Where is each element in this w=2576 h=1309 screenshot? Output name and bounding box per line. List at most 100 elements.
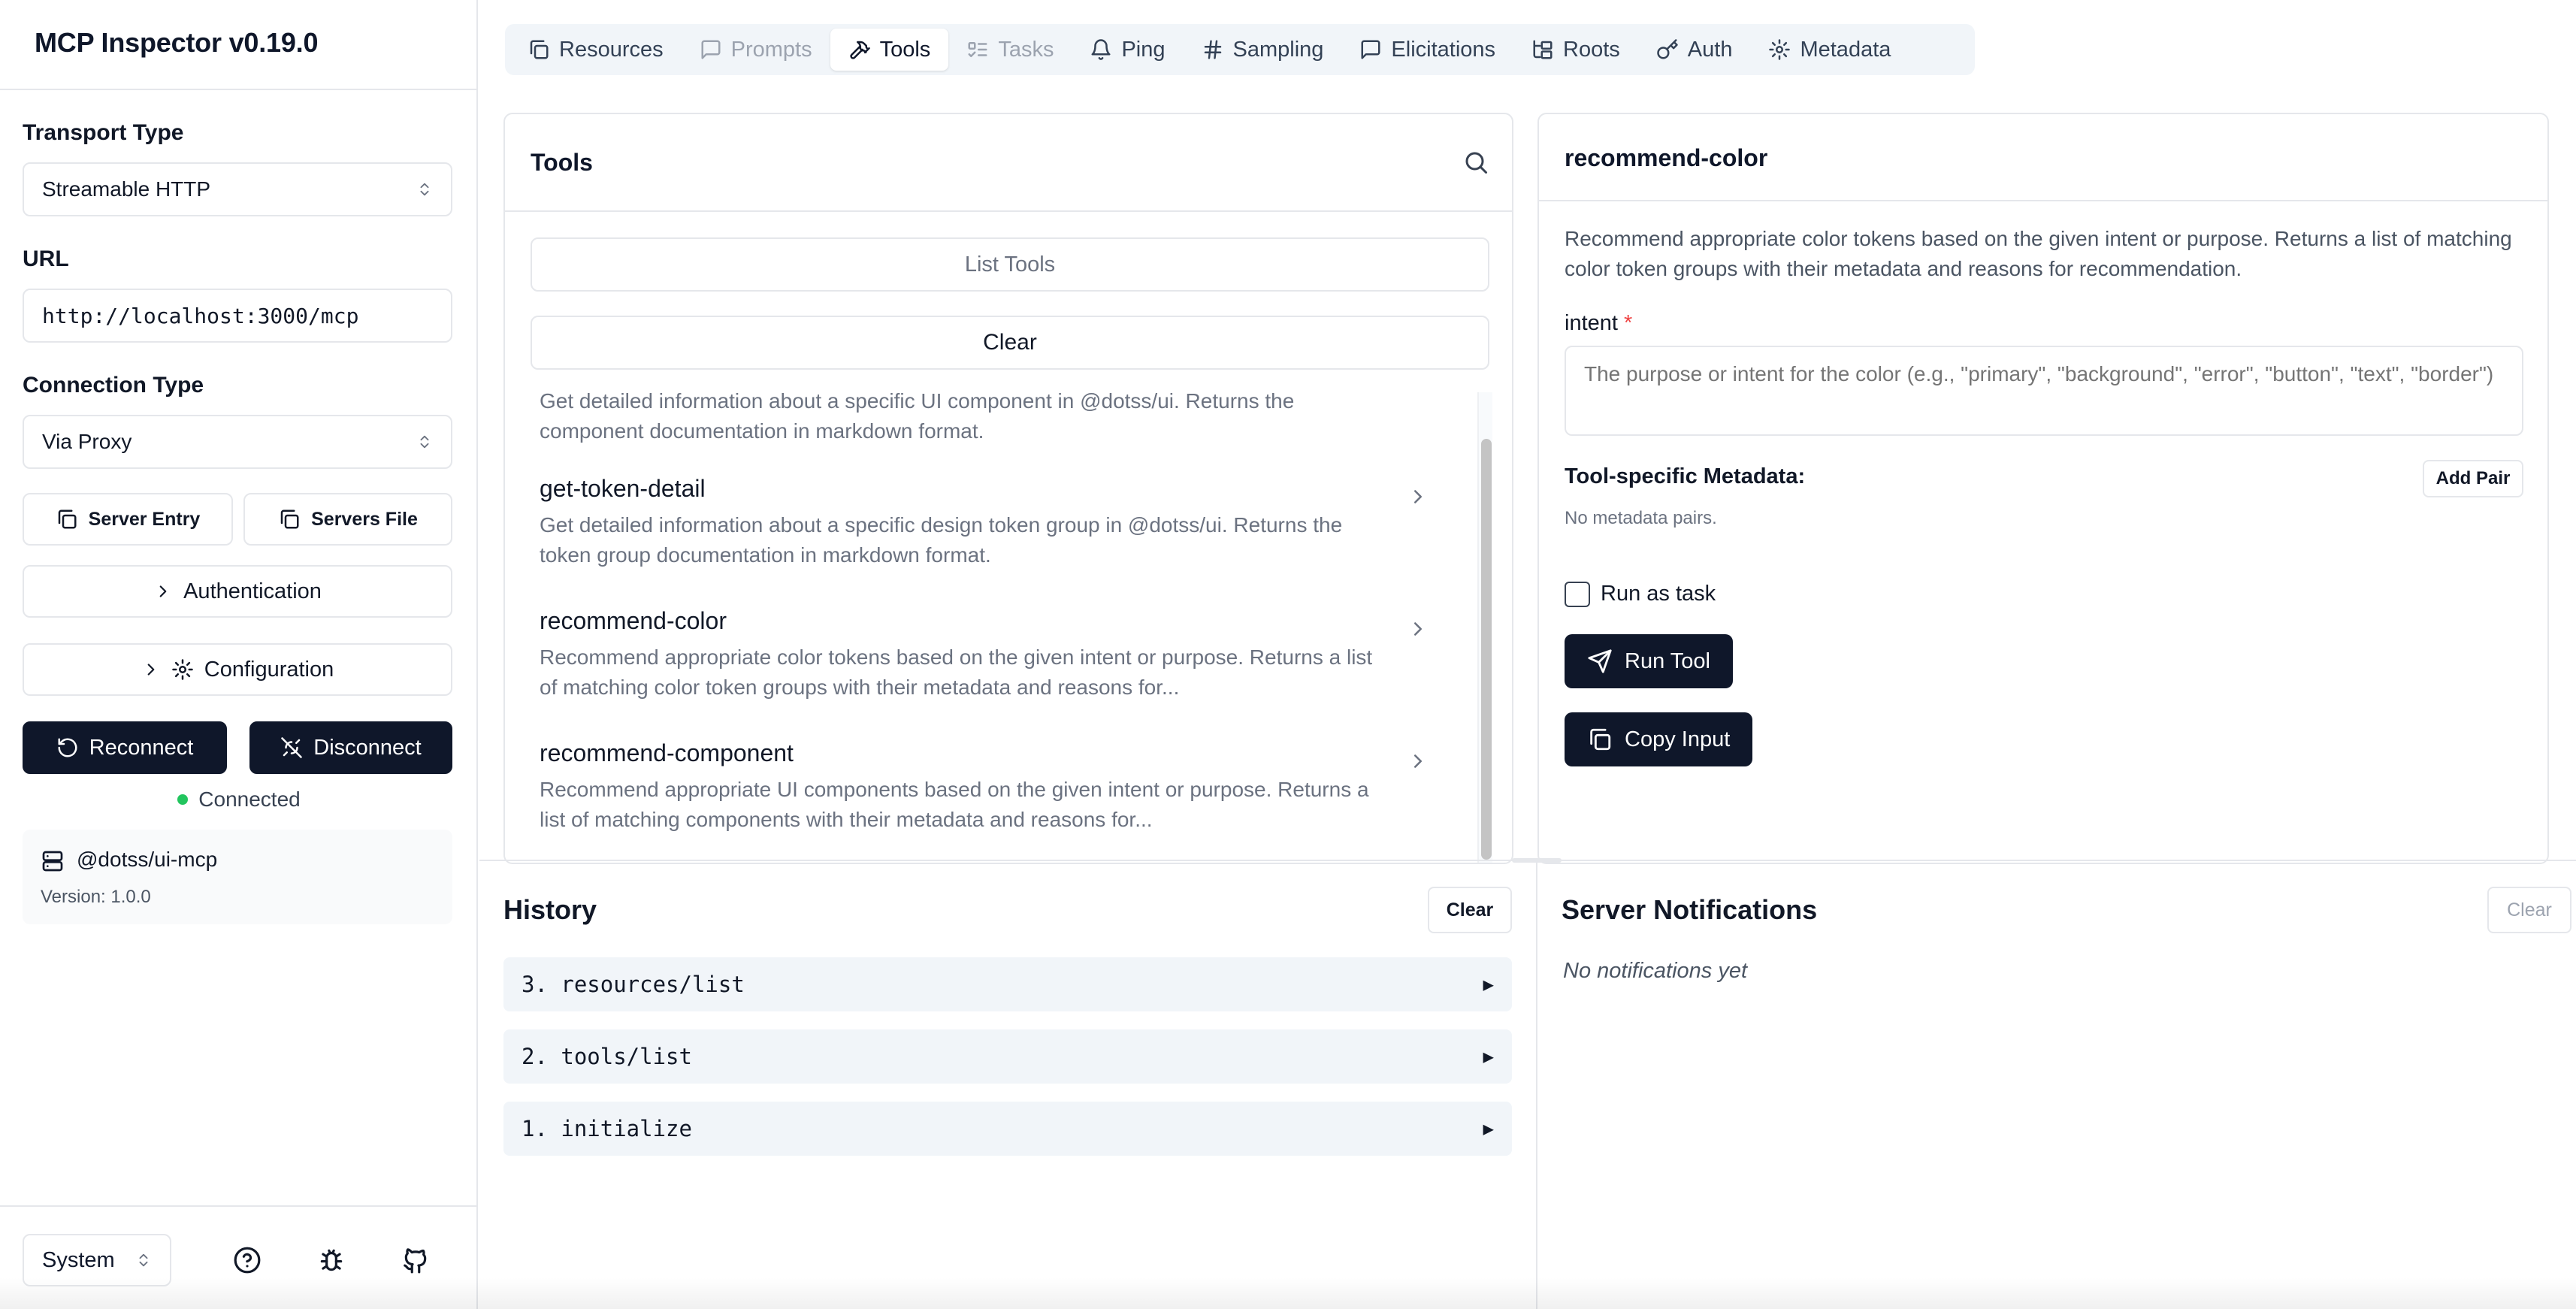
tab-ping[interactable]: Ping bbox=[1072, 29, 1183, 71]
url-input[interactable]: http://localhost:3000/mcp bbox=[23, 289, 452, 343]
tool-list: Get detailed information about a specifi… bbox=[531, 392, 1489, 863]
key-icon bbox=[1657, 39, 1678, 59]
folder-tree-icon bbox=[1533, 40, 1553, 59]
run-as-task-label[interactable]: Run as task bbox=[1601, 582, 1716, 606]
tab-tasks[interactable]: Tasks bbox=[948, 29, 1072, 71]
tab-elicitations[interactable]: Elicitations bbox=[1341, 29, 1513, 71]
notifications-empty-text: No notifications yet bbox=[1563, 959, 1748, 983]
history-title: History bbox=[503, 894, 597, 925]
app-title: MCP Inspector v0.19.0 bbox=[35, 27, 319, 58]
list-tools-button[interactable]: List Tools bbox=[531, 237, 1489, 292]
sidebar-footer-divider bbox=[0, 1205, 476, 1207]
add-pair-button[interactable]: Add Pair bbox=[2423, 460, 2523, 497]
configuration-label: Configuration bbox=[204, 657, 334, 682]
tab-roots[interactable]: Roots bbox=[1513, 29, 1638, 71]
scrollbar-thumb[interactable] bbox=[1481, 439, 1492, 860]
list-item[interactable]: recommend-component Recommend appropriat… bbox=[540, 739, 1426, 835]
intent-input[interactable] bbox=[1565, 346, 2523, 436]
tools-panel-header: Tools bbox=[505, 114, 1512, 212]
server-entry-label: Server Entry bbox=[88, 508, 201, 530]
authentication-label: Authentication bbox=[183, 579, 322, 603]
tab-sampling[interactable]: Sampling bbox=[1184, 29, 1342, 71]
transport-type-select[interactable]: Streamable HTTP bbox=[23, 162, 452, 216]
sidebar: MCP Inspector v0.19.0 Transport Type Str… bbox=[0, 0, 478, 1309]
disconnect-label: Disconnect bbox=[313, 735, 422, 760]
connection-type-select[interactable]: Via Proxy bbox=[23, 415, 452, 469]
list-item[interactable]: Get detailed information about a specifi… bbox=[540, 392, 1426, 446]
sidebar-header-divider bbox=[0, 89, 476, 90]
copy-icon bbox=[1590, 728, 1611, 751]
connection-type-label: Connection Type bbox=[23, 373, 204, 398]
tool-detail-divider bbox=[1539, 200, 2547, 201]
tool-name: recommend-color bbox=[540, 607, 727, 634]
tab-resources[interactable]: Resources bbox=[509, 29, 682, 71]
rotate-ccw-icon bbox=[58, 738, 77, 757]
history-item-label: 1. initialize bbox=[522, 1116, 692, 1141]
required-marker: * bbox=[1624, 311, 1633, 335]
bell-icon bbox=[1091, 39, 1111, 60]
notifications-clear-button[interactable]: Clear bbox=[2487, 887, 2571, 933]
list-item[interactable]: get-token-detail Get detailed informatio… bbox=[540, 475, 1426, 570]
history-item[interactable]: 2. tools/list ▶ bbox=[503, 1029, 1512, 1084]
panel-resize-handle[interactable] bbox=[1512, 858, 1562, 863]
tab-prompts[interactable]: Prompts bbox=[682, 29, 830, 71]
chevrons-up-down-icon bbox=[420, 183, 429, 196]
bug-icon[interactable] bbox=[317, 1246, 346, 1274]
tab-label: Tools bbox=[879, 37, 931, 62]
history-item[interactable]: 1. initialize ▶ bbox=[503, 1102, 1512, 1156]
chevron-right-icon bbox=[159, 585, 167, 597]
authentication-toggle[interactable]: Authentication bbox=[23, 565, 452, 618]
message-square-icon bbox=[1361, 40, 1380, 59]
configuration-toggle[interactable]: Configuration bbox=[23, 643, 452, 696]
run-as-task-checkbox[interactable] bbox=[1565, 582, 1590, 607]
theme-value: System bbox=[42, 1247, 115, 1272]
run-tool-button[interactable]: Run Tool bbox=[1565, 634, 1733, 688]
chevron-right-icon bbox=[1414, 490, 1422, 503]
tool-name: recommend-component bbox=[540, 739, 794, 766]
url-label: URL bbox=[23, 246, 69, 271]
disconnect-button[interactable]: Disconnect bbox=[249, 721, 452, 774]
status-dot bbox=[177, 794, 189, 805]
chevron-right-icon bbox=[1414, 622, 1422, 636]
history-clear-button[interactable]: Clear bbox=[1428, 887, 1512, 933]
help-circle-icon[interactable] bbox=[233, 1246, 262, 1274]
clear-tools-button[interactable]: Clear bbox=[531, 316, 1489, 370]
tool-description: Get detailed information about a specifi… bbox=[540, 392, 1295, 443]
history-item[interactable]: 3. resources/list ▶ bbox=[503, 957, 1512, 1011]
tools-panel-title: Tools bbox=[531, 149, 593, 176]
expand-arrow-icon: ▶ bbox=[1483, 974, 1494, 995]
main-tabs: Resources Prompts Tools Tasks Ping Sampl… bbox=[505, 24, 1975, 75]
reconnect-button[interactable]: Reconnect bbox=[23, 721, 227, 774]
tab-metadata[interactable]: Metadata bbox=[1750, 29, 1909, 71]
chevron-right-icon bbox=[147, 664, 155, 676]
tool-list-scrollbar[interactable] bbox=[1477, 392, 1492, 863]
tab-auth[interactable]: Auth bbox=[1638, 29, 1751, 71]
transport-type-value: Streamable HTTP bbox=[42, 177, 211, 201]
github-icon[interactable] bbox=[401, 1246, 430, 1274]
tab-tools[interactable]: Tools bbox=[830, 29, 949, 71]
list-item[interactable]: recommend-color Recommend appropriate co… bbox=[540, 607, 1426, 703]
intent-label: intent * bbox=[1565, 311, 1632, 336]
intent-label-text: intent bbox=[1565, 311, 1618, 335]
tab-label: Ping bbox=[1121, 37, 1166, 62]
tab-label: Elicitations bbox=[1391, 37, 1496, 62]
theme-select[interactable]: System bbox=[23, 1234, 171, 1286]
tool-detail-description: Recommend appropriate color tokens based… bbox=[1565, 227, 2512, 280]
transport-type-label: Transport Type bbox=[23, 120, 184, 145]
no-metadata-text: No metadata pairs. bbox=[1565, 508, 1717, 528]
connection-status: Connected bbox=[0, 788, 478, 812]
reconnect-label: Reconnect bbox=[89, 735, 194, 760]
server-entry-button[interactable]: Server Entry bbox=[23, 493, 233, 546]
status-text: Connected bbox=[198, 788, 301, 811]
servers-file-button[interactable]: Servers File bbox=[243, 493, 452, 546]
copy-input-button[interactable]: Copy Input bbox=[1565, 712, 1753, 766]
copy-icon bbox=[280, 509, 299, 529]
search-icon[interactable] bbox=[1462, 149, 1489, 176]
message-square-icon bbox=[701, 40, 721, 59]
chevrons-up-down-icon bbox=[420, 435, 429, 449]
tool-metadata-label: Tool-specific Metadata: bbox=[1565, 464, 1806, 488]
tab-label: Sampling bbox=[1232, 37, 1324, 62]
expand-arrow-icon: ▶ bbox=[1483, 1118, 1494, 1139]
tab-label: Metadata bbox=[1800, 37, 1891, 62]
tool-detail-title: recommend-color bbox=[1565, 144, 1768, 171]
